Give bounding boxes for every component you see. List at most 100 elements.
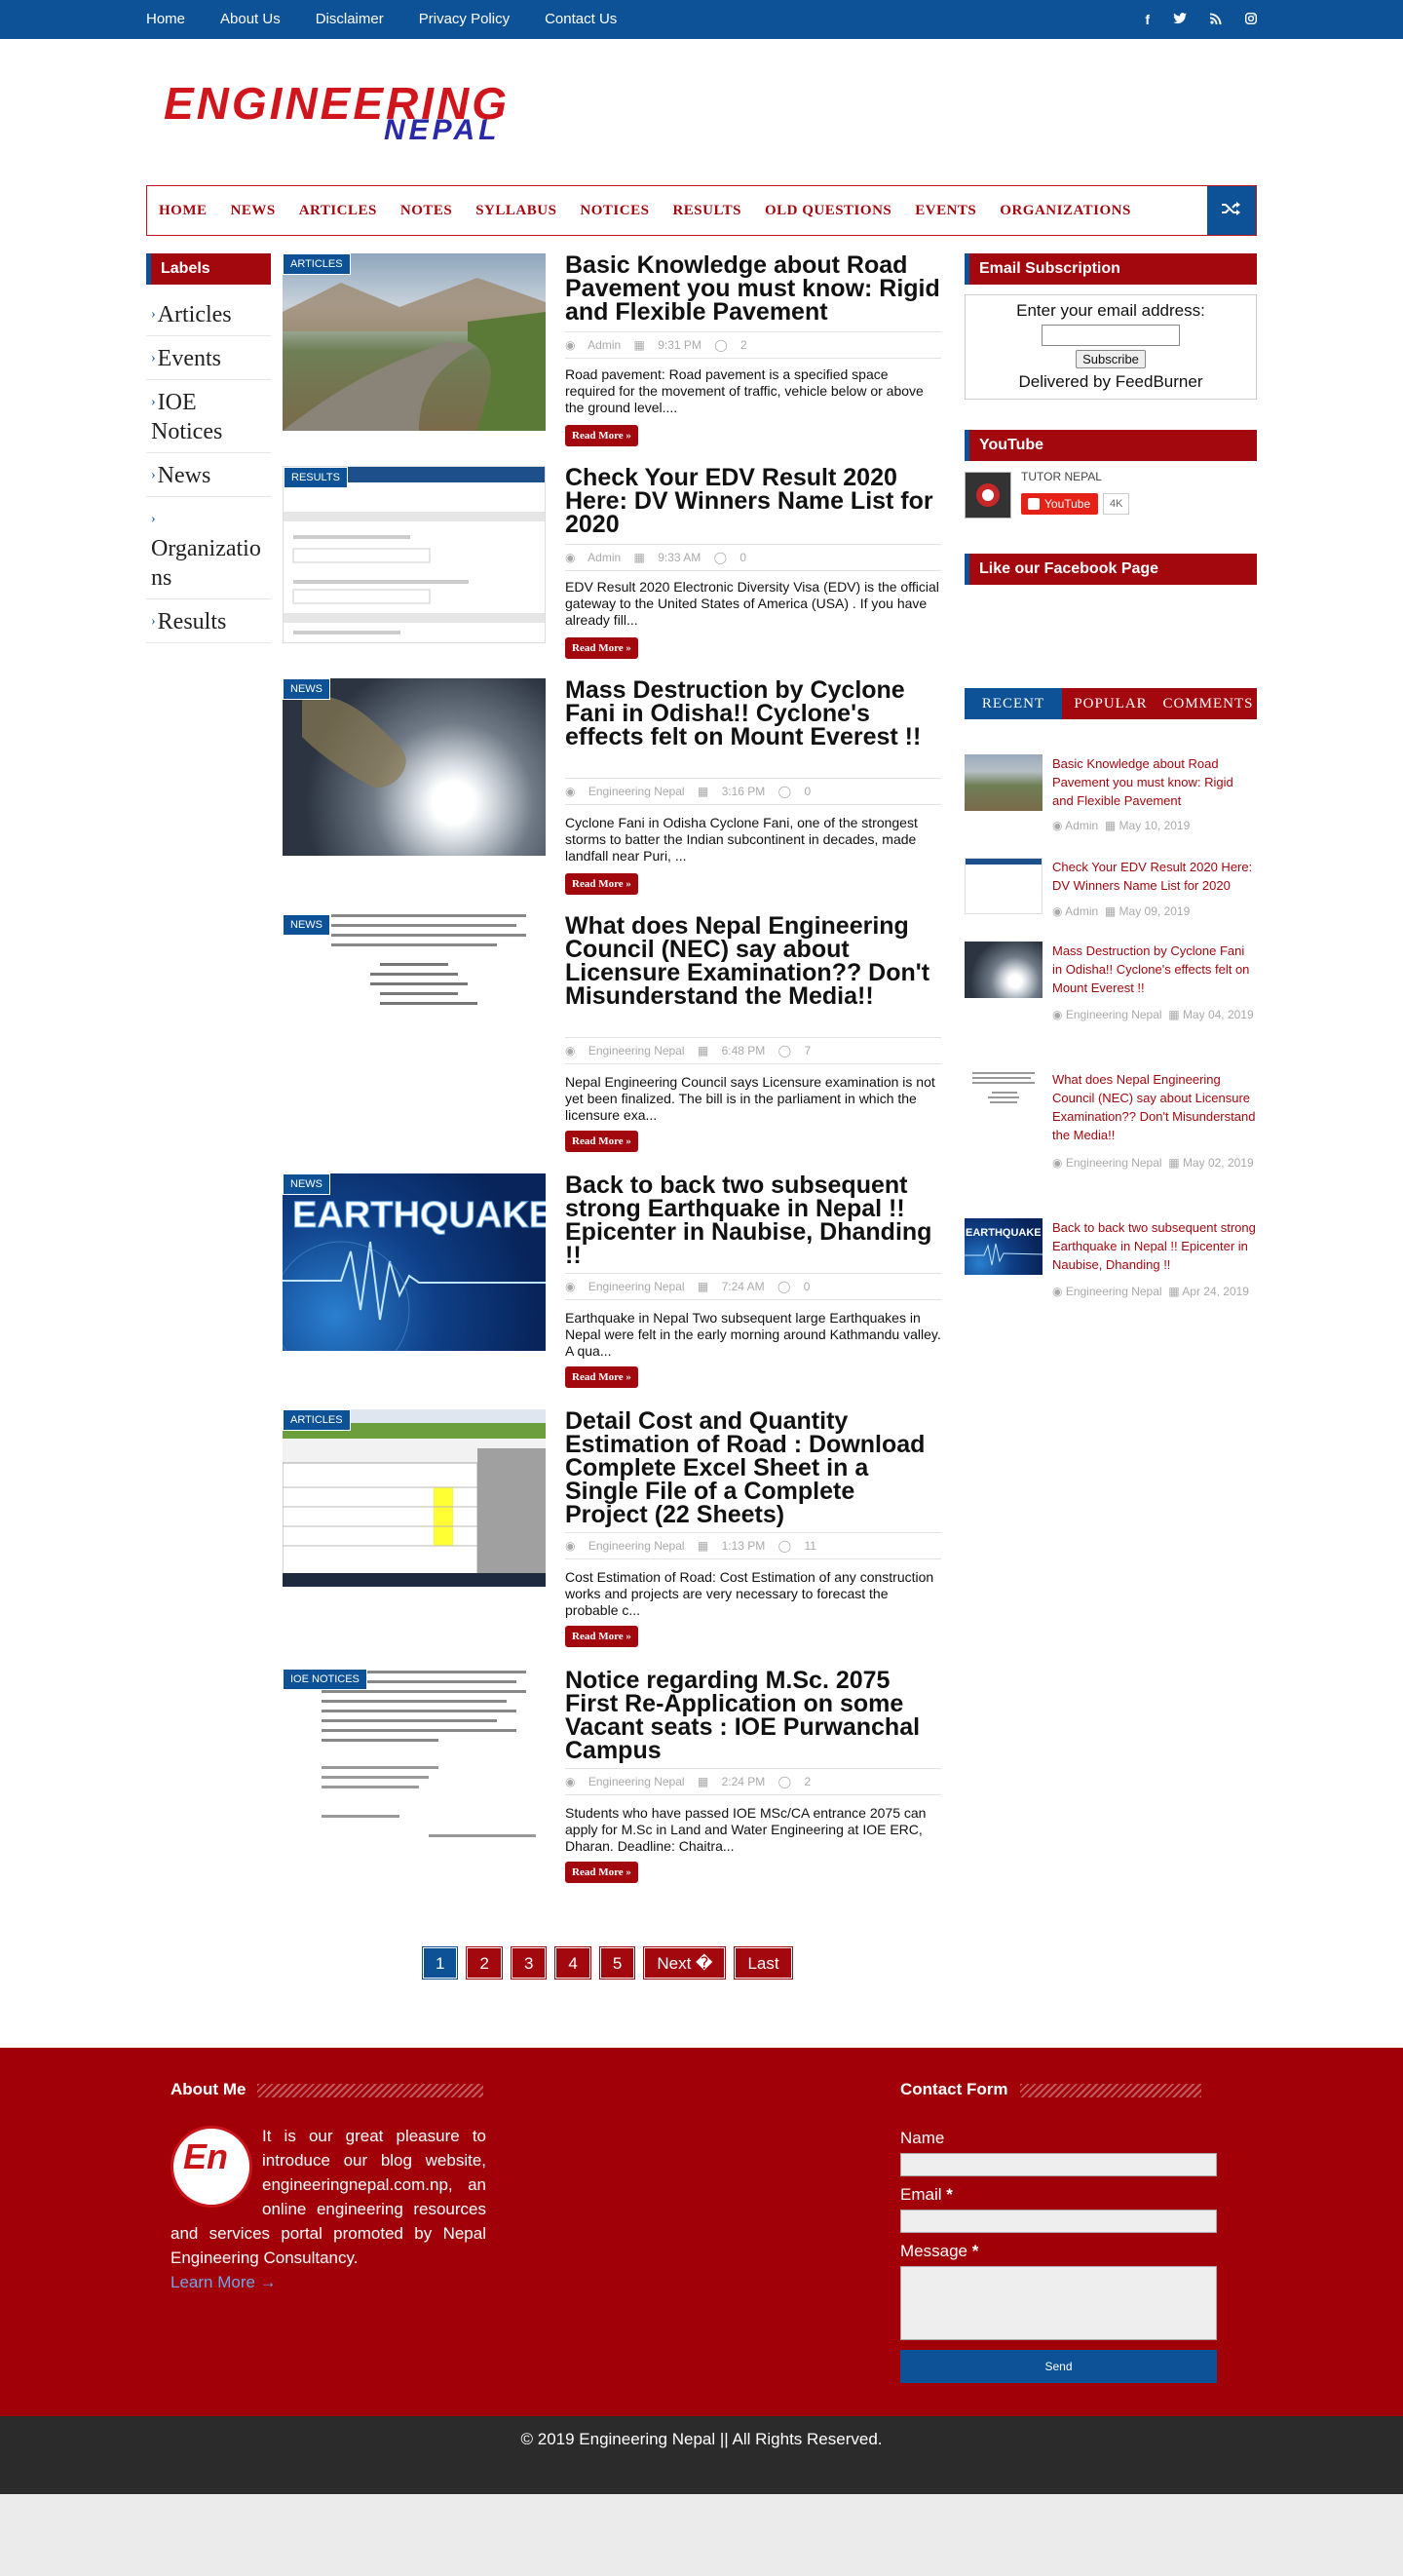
post-title[interactable]: Notice regarding M.Sc. 2075 First Re-App… [565,1669,941,1763]
post-category-badge[interactable]: IOE NOTICES [283,1669,367,1690]
page-1-button[interactable]: 1 [423,1947,458,1979]
post-category-badge[interactable]: NEWS [283,914,330,936]
nav-notes[interactable]: NOTES [400,186,452,235]
post-comments[interactable]: 0 [739,551,746,564]
post-title[interactable]: Mass Destruction by Cyclone Fani in Odis… [565,678,941,750]
post-thumbnail[interactable]: EARTHQUAKE NEWS [283,1173,546,1351]
recent-post-thumbnail[interactable] [965,1070,1043,1127]
topnav-about-link[interactable]: About Us [220,0,281,39]
tab-comments[interactable]: COMMENTS [1159,688,1257,719]
post-author[interactable]: Engineering Nepal [588,785,685,798]
label-item-ioe-notices[interactable]: ›IOE Notices [146,380,271,453]
facebook-icon[interactable]: f [1145,0,1150,39]
email-subscribe-input[interactable] [1042,325,1180,346]
post-author[interactable]: Engineering Nepal [588,1044,685,1057]
last-page-button[interactable]: Last [735,1947,792,1979]
post-author[interactable]: Engineering Nepal [588,1539,685,1553]
post-comments[interactable]: 2 [740,338,747,352]
post-author[interactable]: Admin [588,551,621,564]
channel-avatar[interactable] [965,472,1011,519]
post-thumbnail[interactable]: NEWS [283,914,546,1092]
recent-post-thumbnail[interactable]: EARTHQUAKE [965,1218,1043,1275]
instagram-icon[interactable] [1244,0,1258,39]
read-more-button[interactable]: Read More » [565,425,638,446]
post-category-badge[interactable]: NEWS [283,678,330,700]
page-4-button[interactable]: 4 [555,1947,590,1979]
label-item-articles[interactable]: ›Articles [146,292,271,336]
page-2-button[interactable]: 2 [467,1947,502,1979]
message-field[interactable] [900,2266,1217,2340]
recent-post-title[interactable]: Check Your EDV Result 2020 Here: DV Winn… [1052,858,1257,895]
post-category-badge[interactable]: RESULTS [284,467,348,488]
post-category-badge[interactable]: ARTICLES [283,253,351,275]
label-item-results[interactable]: ›Results [146,599,271,643]
label-item-news[interactable]: ›News [146,453,271,497]
rss-icon[interactable] [1210,0,1222,39]
label-item-events[interactable]: ›Events [146,336,271,380]
post-title[interactable]: Basic Knowledge about Road Pavement you … [565,253,941,325]
post-author[interactable]: Engineering Nepal [588,1775,685,1788]
post-comments[interactable]: 7 [804,1044,811,1057]
topnav-home-link[interactable]: Home [146,0,185,39]
nav-news[interactable]: NEWS [231,186,276,235]
nav-articles[interactable]: ARTICLES [299,186,377,235]
nav-results[interactable]: RESULTS [672,186,741,235]
subscribe-button[interactable]: Subscribe [1076,350,1146,368]
recent-post-title[interactable]: Mass Destruction by Cyclone Fani in Odis… [1052,942,1257,997]
email-field[interactable] [900,2210,1217,2233]
post-comments[interactable]: 0 [804,785,811,798]
post-thumbnail[interactable]: ARTICLES [283,253,546,431]
post-thumbnail[interactable]: ARTICLES [283,1409,546,1587]
post-author[interactable]: Admin [588,338,621,352]
name-field[interactable] [900,2153,1217,2176]
next-page-button[interactable]: Next � [644,1947,726,1979]
nav-home[interactable]: HOME [159,186,208,235]
youtube-subscribe-button[interactable]: YouTube [1021,493,1099,515]
nav-organizations[interactable]: ORGANIZATIONS [1000,186,1131,235]
channel-name[interactable]: TUTOR NEPAL [1021,470,1102,483]
page-3-button[interactable]: 3 [511,1947,547,1979]
read-more-button[interactable]: Read More » [565,1366,638,1388]
read-more-button[interactable]: Read More » [565,637,638,659]
post-category-badge[interactable]: NEWS [283,1173,330,1195]
post-title[interactable]: Check Your EDV Result 2020 Here: DV Winn… [565,466,941,537]
nav-notices[interactable]: NOTICES [580,186,649,235]
learn-more-link[interactable]: Learn More → [171,2273,277,2291]
topnav-privacy-link[interactable]: Privacy Policy [419,0,510,39]
feedburner-link[interactable]: FeedBurner [1116,372,1203,391]
nav-old-questions[interactable]: OLD QUESTIONS [765,186,891,235]
read-more-button[interactable]: Read More » [565,1626,638,1647]
post-thumbnail[interactable]: NEWS [283,678,546,856]
post-comments[interactable]: 11 [804,1539,815,1553]
recent-post-title[interactable]: Basic Knowledge about Road Pavement you … [1052,754,1257,810]
read-more-button[interactable]: Read More » [565,1131,638,1152]
topnav-disclaimer-link[interactable]: Disclaimer [316,0,384,39]
post-author[interactable]: Engineering Nepal [588,1280,685,1293]
post-category-badge[interactable]: ARTICLES [283,1409,351,1431]
topnav-contact-link[interactable]: Contact Us [545,0,617,39]
post-title[interactable]: Back to back two subsequent strong Earth… [565,1173,941,1268]
post-comments[interactable]: 2 [804,1775,811,1788]
post-title[interactable]: What does Nepal Engineering Council (NEC… [565,914,941,1009]
recent-post-title[interactable]: What does Nepal Engineering Council (NEC… [1052,1070,1257,1144]
read-more-button[interactable]: Read More » [565,1862,638,1883]
random-post-button[interactable] [1207,186,1256,235]
post-thumbnail[interactable]: IOE NOTICES [283,1669,546,1846]
post-comments[interactable]: 0 [804,1280,811,1293]
tab-recent[interactable]: RECENT [965,688,1062,719]
recent-post-title[interactable]: Back to back two subsequent strong Earth… [1052,1218,1257,1274]
post-title[interactable]: Detail Cost and Quantity Estimation of R… [565,1409,941,1527]
recent-post-thumbnail[interactable] [965,754,1043,811]
post-thumbnail[interactable]: RESULTS [283,466,546,643]
recent-post-thumbnail[interactable] [965,858,1043,914]
site-logo[interactable]: ENGINEERING NEPAL [164,80,507,146]
read-more-button[interactable]: Read More » [565,873,638,895]
twitter-icon[interactable] [1173,0,1187,39]
tab-popular[interactable]: POPULAR [1062,688,1159,719]
recent-post-thumbnail[interactable] [965,942,1043,998]
nav-syllabus[interactable]: SYLLABUS [475,186,556,235]
label-item-organizations[interactable]: › Organizations [146,497,271,599]
page-5-button[interactable]: 5 [599,1947,635,1979]
send-button[interactable]: Send [900,2350,1217,2383]
nav-events[interactable]: EVENTS [915,186,976,235]
